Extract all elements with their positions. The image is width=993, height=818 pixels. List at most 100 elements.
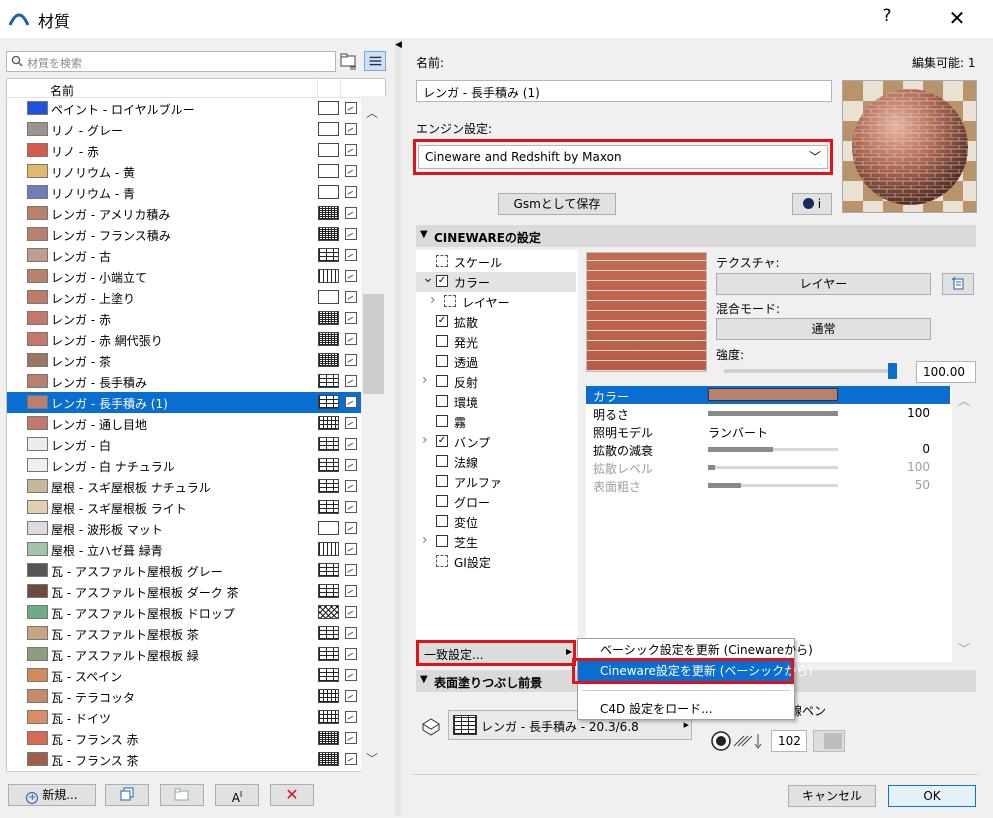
list-item[interactable]: ペイント - ロイヤルブルー: [7, 98, 361, 119]
rename-button[interactable]: AI: [215, 784, 259, 806]
texture-image-icon[interactable]: [345, 753, 357, 765]
tree-item[interactable]: グロー: [416, 492, 576, 512]
color-swatch[interactable]: [708, 388, 838, 401]
texture-image-icon[interactable]: [345, 207, 357, 219]
texture-image-icon[interactable]: [345, 270, 357, 282]
texture-image-icon[interactable]: [345, 669, 357, 681]
tree-item[interactable]: ⌄ ✓ カラー: [416, 270, 576, 292]
texture-image-icon[interactable]: [345, 249, 357, 261]
list-item[interactable]: 瓦 - テラコッタ: [7, 686, 361, 707]
list-item[interactable]: レンガ - 白 ナチュラル: [7, 455, 361, 476]
property-value[interactable]: 0: [922, 442, 930, 456]
import-folder-button[interactable]: [160, 784, 204, 806]
list-item[interactable]: レンガ - 通し目地: [7, 413, 361, 434]
tree-item[interactable]: › 反射: [416, 372, 576, 392]
folder-view-icon[interactable]: [340, 51, 358, 71]
list-item[interactable]: レンガ - フランス積み: [7, 224, 361, 245]
property-row[interactable]: カラー: [586, 386, 950, 404]
scroll-down-icon[interactable]: ﹀: [958, 640, 970, 657]
list-item[interactable]: レンガ - 長手積み (1): [7, 392, 361, 413]
list-item[interactable]: 屋根 - 波形板 マット: [7, 518, 361, 539]
checkbox[interactable]: [436, 375, 448, 387]
list-item[interactable]: 瓦 - スペイン: [7, 665, 361, 686]
texture-image-icon[interactable]: [345, 291, 357, 303]
cancel-button[interactable]: キャンセル: [788, 785, 876, 807]
new-material-button[interactable]: + 新規...: [8, 784, 96, 806]
list-item[interactable]: 瓦 - ドイツ: [7, 707, 361, 728]
list-item[interactable]: 瓦 - アスファルト屋根板 ドロップ: [7, 602, 361, 623]
list-item[interactable]: レンガ - 茶: [7, 350, 361, 371]
tree-item[interactable]: 法線: [416, 452, 576, 472]
chevron-right-icon[interactable]: ›: [430, 292, 436, 308]
property-row[interactable]: 照明モデル ランバート: [586, 422, 950, 440]
channel-tree[interactable]: スケール ⌄ ✓ カラー › レイヤー ✓ 拡散 発光 透過 › 反射 環境霧 › ✓ バンプ 法線 アルファ グロ…: [416, 250, 578, 640]
help-button[interactable]: ?: [872, 6, 902, 32]
texture-image-icon[interactable]: [345, 480, 357, 492]
texture-image-icon[interactable]: [345, 375, 357, 387]
checkbox[interactable]: [436, 335, 448, 347]
tree-item[interactable]: アルファ: [416, 472, 576, 492]
list-item[interactable]: レンガ - 赤: [7, 308, 361, 329]
texture-browse-button[interactable]: [942, 273, 974, 295]
texture-image-icon[interactable]: [345, 627, 357, 639]
chevron-down-icon[interactable]: ⌄: [422, 270, 434, 286]
list-item[interactable]: 瓦 - アスファルト屋根板 グレー: [7, 560, 361, 581]
tree-item[interactable]: 環境: [416, 392, 576, 412]
blend-mode-dropdown[interactable]: 通常: [716, 318, 931, 340]
duplicate-button[interactable]: [105, 784, 149, 806]
texture-image-icon[interactable]: [345, 732, 357, 744]
list-item[interactable]: リノリウム - 青: [7, 182, 361, 203]
property-value[interactable]: 100: [907, 406, 930, 420]
checkbox-checked[interactable]: ✓: [436, 435, 448, 447]
texture-image-icon[interactable]: [345, 501, 357, 513]
pen-color-swatch[interactable]: [813, 730, 845, 752]
checkbox[interactable]: [436, 535, 448, 547]
tree-item[interactable]: › 芝生: [416, 532, 576, 552]
texture-image-icon[interactable]: [345, 417, 357, 429]
engine-dropdown[interactable]: Cineware and Redshift by Maxon ﹀: [418, 145, 828, 169]
close-button[interactable]: ✕: [942, 6, 972, 32]
intensity-field[interactable]: 100.00: [916, 361, 976, 383]
texture-image-icon[interactable]: [345, 459, 357, 471]
checkbox[interactable]: [436, 395, 448, 407]
texture-image-icon[interactable]: [345, 648, 357, 660]
property-value[interactable]: 50: [915, 478, 930, 492]
pen-mode-icon[interactable]: [710, 730, 768, 752]
list-view-icon[interactable]: [364, 51, 386, 71]
property-slider[interactable]: [708, 447, 838, 452]
texture-image-icon[interactable]: [345, 354, 357, 366]
list-item[interactable]: レンガ - 長手積み: [7, 371, 361, 392]
texture-image-icon[interactable]: [345, 438, 357, 450]
column-header-name[interactable]: 名前: [50, 82, 74, 99]
property-value[interactable]: ランバート: [708, 424, 768, 441]
list-item[interactable]: レンガ - アメリカ積み: [7, 203, 361, 224]
list-item[interactable]: 瓦 - アスファルト屋根板 茶: [7, 623, 361, 644]
texture-image-icon[interactable]: [345, 564, 357, 576]
texture-image-icon[interactable]: [345, 186, 357, 198]
checkbox[interactable]: [436, 415, 448, 427]
tree-item[interactable]: 霧: [416, 412, 576, 432]
checkbox[interactable]: [436, 455, 448, 467]
list-item[interactable]: リノ - グレー: [7, 119, 361, 140]
checkbox[interactable]: [436, 495, 448, 507]
tree-item[interactable]: › レイヤー: [416, 292, 576, 312]
scrollbar-thumb[interactable]: [363, 294, 384, 394]
cineware-settings-section[interactable]: ▼ CINEWAREの設定: [416, 225, 976, 247]
scroll-up-icon[interactable]: ︿: [958, 392, 970, 409]
checkbox-checked[interactable]: ✓: [436, 275, 448, 287]
property-row[interactable]: 表面粗さ 50: [586, 476, 950, 494]
tree-item[interactable]: 発光: [416, 332, 576, 352]
list-scrollbar[interactable]: ︿ ﹀: [361, 96, 386, 772]
list-item[interactable]: 屋根 - スギ屋根板 ナチュラル: [7, 476, 361, 497]
property-row[interactable]: 明るさ 100: [586, 404, 950, 422]
delete-button[interactable]: ✕: [270, 784, 314, 806]
texture-image-icon[interactable]: [345, 312, 357, 324]
list-item[interactable]: リノ - 赤: [7, 140, 361, 161]
property-row[interactable]: 拡散レベル 100: [586, 458, 950, 476]
info-button[interactable]: i: [792, 193, 832, 215]
collapse-arrow-icon[interactable]: ◀: [395, 40, 402, 50]
pen-number-field[interactable]: 102: [771, 730, 807, 752]
material-name-field[interactable]: レンガ - 長手積み (1): [416, 80, 832, 102]
texture-image-icon[interactable]: [345, 333, 357, 345]
list-item[interactable]: リノリウム - 黄: [7, 161, 361, 182]
